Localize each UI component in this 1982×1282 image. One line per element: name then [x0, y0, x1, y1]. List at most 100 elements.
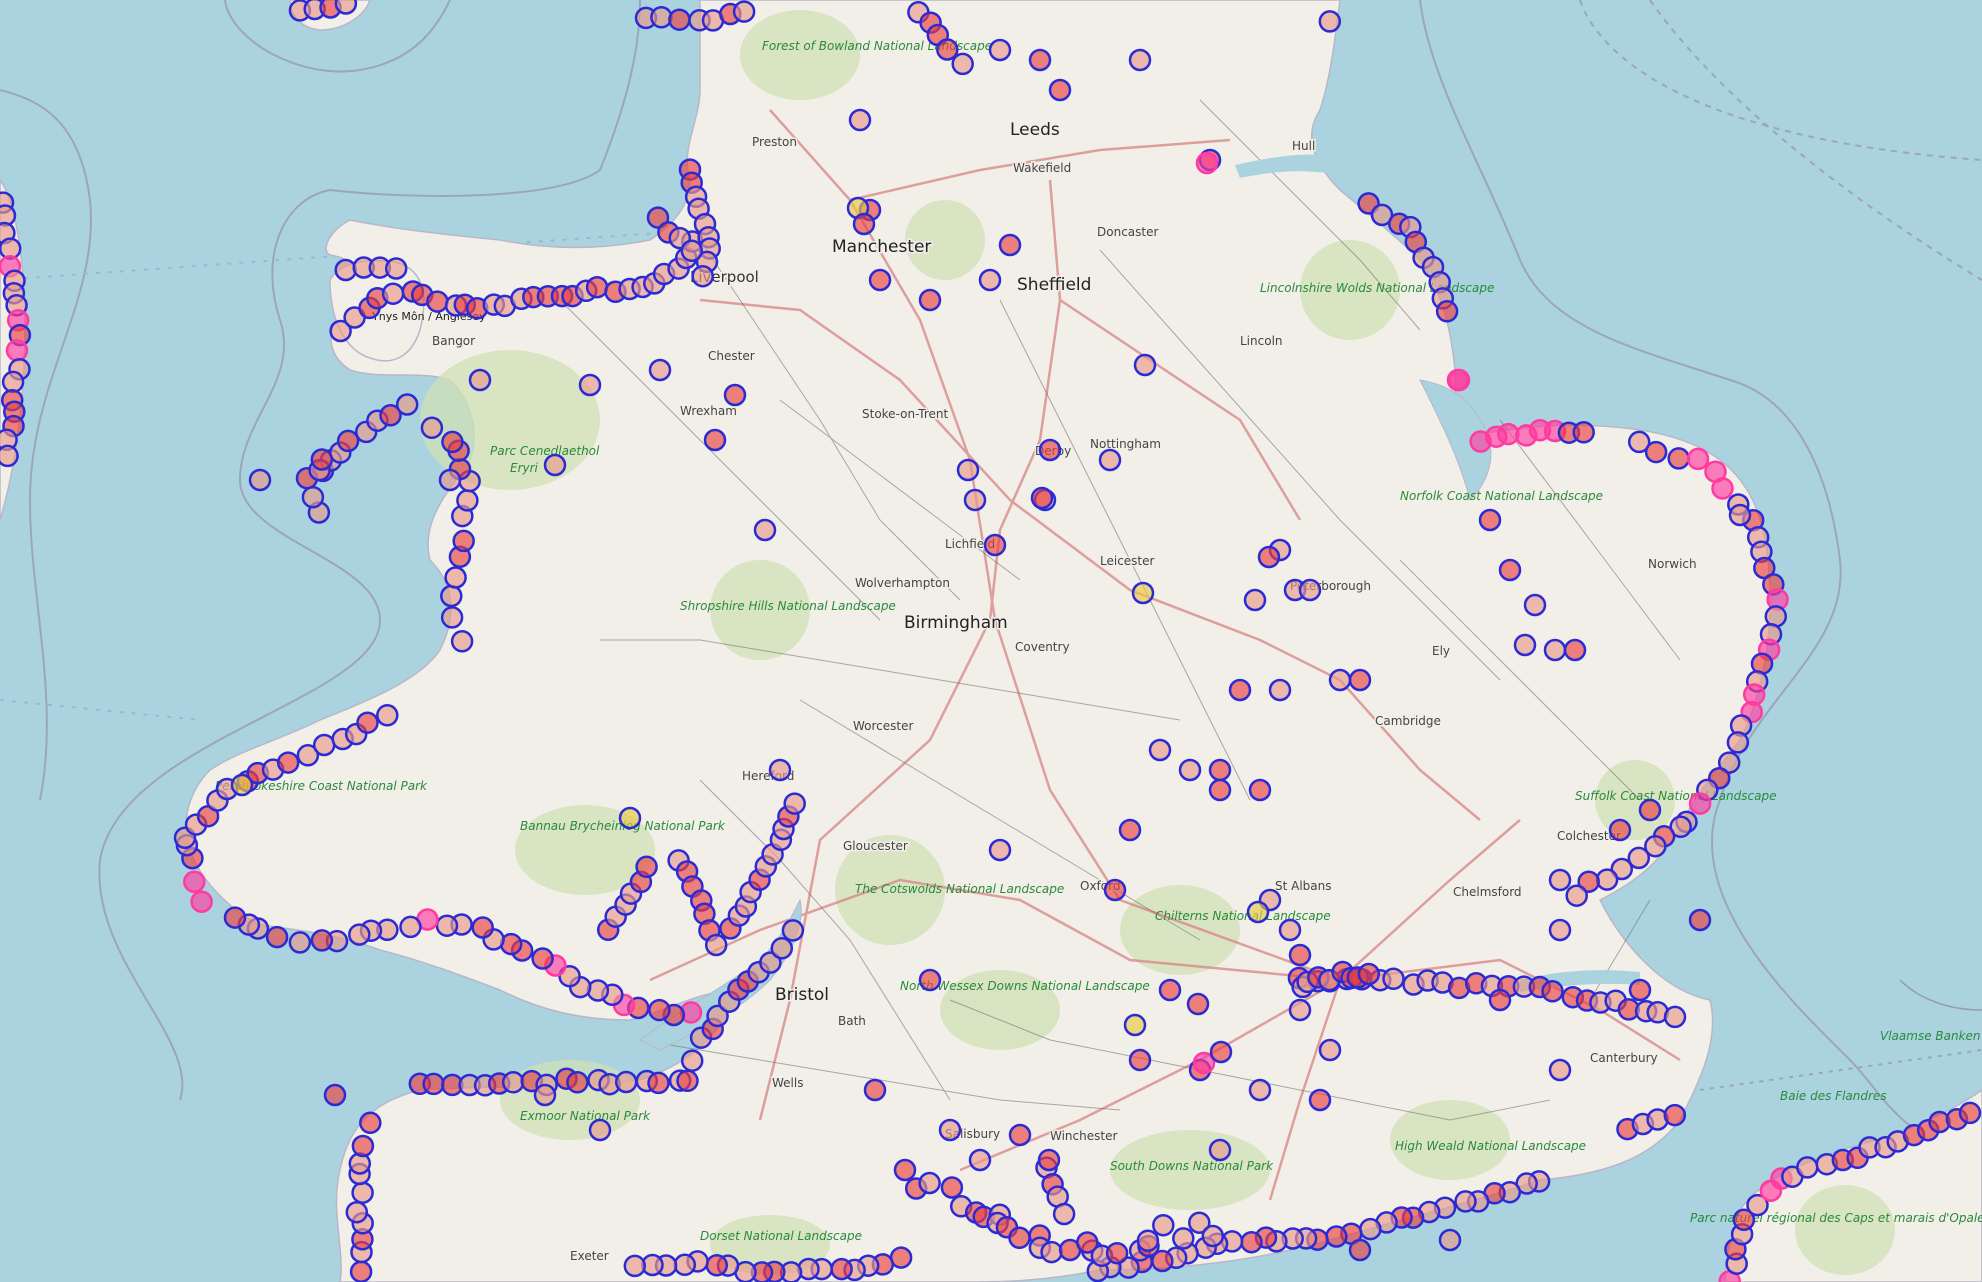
map-marker[interactable]: [348, 923, 371, 946]
map-marker[interactable]: [998, 233, 1022, 257]
map-marker[interactable]: [1548, 1058, 1572, 1082]
map-marker[interactable]: [444, 566, 467, 589]
map-marker[interactable]: [668, 8, 691, 31]
map-marker[interactable]: [456, 489, 479, 512]
map-marker[interactable]: [1565, 884, 1588, 907]
map-marker[interactable]: [783, 792, 806, 815]
map-marker[interactable]: [351, 1134, 375, 1158]
map-marker[interactable]: [1248, 1078, 1272, 1102]
map-marker[interactable]: [1523, 593, 1547, 617]
map-marker[interactable]: [618, 806, 642, 830]
map-marker[interactable]: [893, 1158, 917, 1182]
map-marker[interactable]: [276, 751, 300, 774]
map-marker[interactable]: [1454, 1190, 1477, 1213]
map-marker[interactable]: [1048, 78, 1072, 102]
map-marker[interactable]: [1318, 1038, 1342, 1062]
map-marker[interactable]: [676, 1069, 699, 1093]
map-marker[interactable]: [1488, 988, 1512, 1012]
map-marker[interactable]: [183, 870, 206, 894]
map-marker[interactable]: [1308, 1088, 1332, 1112]
map-marker[interactable]: [420, 416, 444, 440]
map-marker[interactable]: [1438, 1228, 1462, 1252]
map-marker[interactable]: [1103, 878, 1127, 902]
map-marker[interactable]: [1136, 1229, 1160, 1252]
map-marker[interactable]: [623, 1254, 647, 1278]
map-marker[interactable]: [310, 448, 334, 471]
map-marker[interactable]: [1348, 668, 1372, 692]
map-marker[interactable]: [399, 915, 422, 939]
map-marker[interactable]: [1158, 978, 1182, 1002]
map-marker[interactable]: [1498, 558, 1522, 582]
map-marker[interactable]: [301, 485, 325, 509]
map-marker[interactable]: [1382, 967, 1405, 991]
map-marker[interactable]: [1278, 918, 1302, 942]
map-marker[interactable]: [1478, 508, 1502, 532]
map-marker[interactable]: [1040, 1240, 1063, 1264]
map-marker[interactable]: [384, 257, 408, 280]
map-marker[interactable]: [501, 1071, 525, 1094]
map-marker[interactable]: [1318, 10, 1342, 33]
map-marker[interactable]: [781, 919, 805, 942]
map-marker[interactable]: [334, 258, 357, 282]
map-marker[interactable]: [648, 998, 671, 1022]
map-marker[interactable]: [578, 373, 602, 397]
map-marker[interactable]: [1128, 1048, 1152, 1072]
map-canvas[interactable]: Leeds Manchester Sheffield Birmingham Br…: [0, 0, 1982, 1282]
map-marker[interactable]: [1958, 1101, 1982, 1125]
map-marker[interactable]: [395, 393, 419, 416]
map-marker[interactable]: [1357, 962, 1381, 986]
map-marker[interactable]: [1008, 1226, 1031, 1250]
map-marker[interactable]: [1548, 918, 1572, 942]
map-marker[interactable]: [0, 444, 19, 468]
map-marker[interactable]: [312, 733, 336, 757]
map-marker[interactable]: [543, 453, 567, 477]
map-marker[interactable]: [1240, 1230, 1263, 1254]
map-marker[interactable]: [1195, 151, 1219, 175]
map-marker[interactable]: [830, 1257, 853, 1281]
map-marker[interactable]: [988, 838, 1012, 862]
map-marker[interactable]: [450, 630, 474, 653]
map-marker[interactable]: [248, 468, 272, 492]
map-marker[interactable]: [1663, 1103, 1687, 1127]
map-marker[interactable]: [588, 1118, 612, 1142]
map-marker[interactable]: [1608, 818, 1632, 842]
map-marker[interactable]: [940, 1176, 964, 1199]
map-marker[interactable]: [963, 488, 987, 512]
map-marker[interactable]: [1728, 503, 1752, 527]
map-marker[interactable]: [1726, 731, 1750, 754]
map-marker[interactable]: [323, 1083, 347, 1107]
map-marker[interactable]: [988, 38, 1012, 62]
map-marker[interactable]: [1172, 1227, 1195, 1250]
map-marker[interactable]: [918, 968, 942, 992]
map-marker[interactable]: [705, 1254, 729, 1277]
map-marker[interactable]: [1201, 1224, 1225, 1248]
map-marker[interactable]: [1595, 868, 1619, 891]
map-marker[interactable]: [1667, 447, 1690, 470]
map-marker[interactable]: [673, 1253, 697, 1277]
map-marker[interactable]: [1572, 421, 1595, 444]
map-marker[interactable]: [863, 1078, 887, 1102]
map-marker[interactable]: [732, 0, 756, 23]
map-marker[interactable]: [918, 1171, 941, 1195]
map-marker[interactable]: [1348, 1238, 1372, 1262]
map-marker[interactable]: [1796, 1156, 1819, 1179]
map-marker[interactable]: [1688, 908, 1712, 932]
map-marker[interactable]: [680, 1049, 704, 1072]
map-marker[interactable]: [648, 358, 672, 382]
map-marker[interactable]: [230, 773, 254, 797]
map-marker[interactable]: [1268, 678, 1292, 702]
map-marker[interactable]: [440, 606, 464, 629]
map-marker[interactable]: [1098, 448, 1122, 472]
map-marker[interactable]: [1325, 1225, 1348, 1248]
map-marker[interactable]: [1543, 638, 1567, 662]
map-marker[interactable]: [223, 906, 247, 929]
map-marker[interactable]: [938, 1118, 962, 1142]
map-marker[interactable]: [334, 0, 358, 15]
map-marker[interactable]: [356, 711, 379, 734]
map-marker[interactable]: [1028, 48, 1052, 72]
map-marker[interactable]: [1037, 1148, 1061, 1172]
map-marker[interactable]: [288, 931, 312, 954]
map-marker[interactable]: [680, 239, 704, 263]
map-marker[interactable]: [422, 1072, 445, 1096]
map-marker[interactable]: [349, 1260, 373, 1282]
